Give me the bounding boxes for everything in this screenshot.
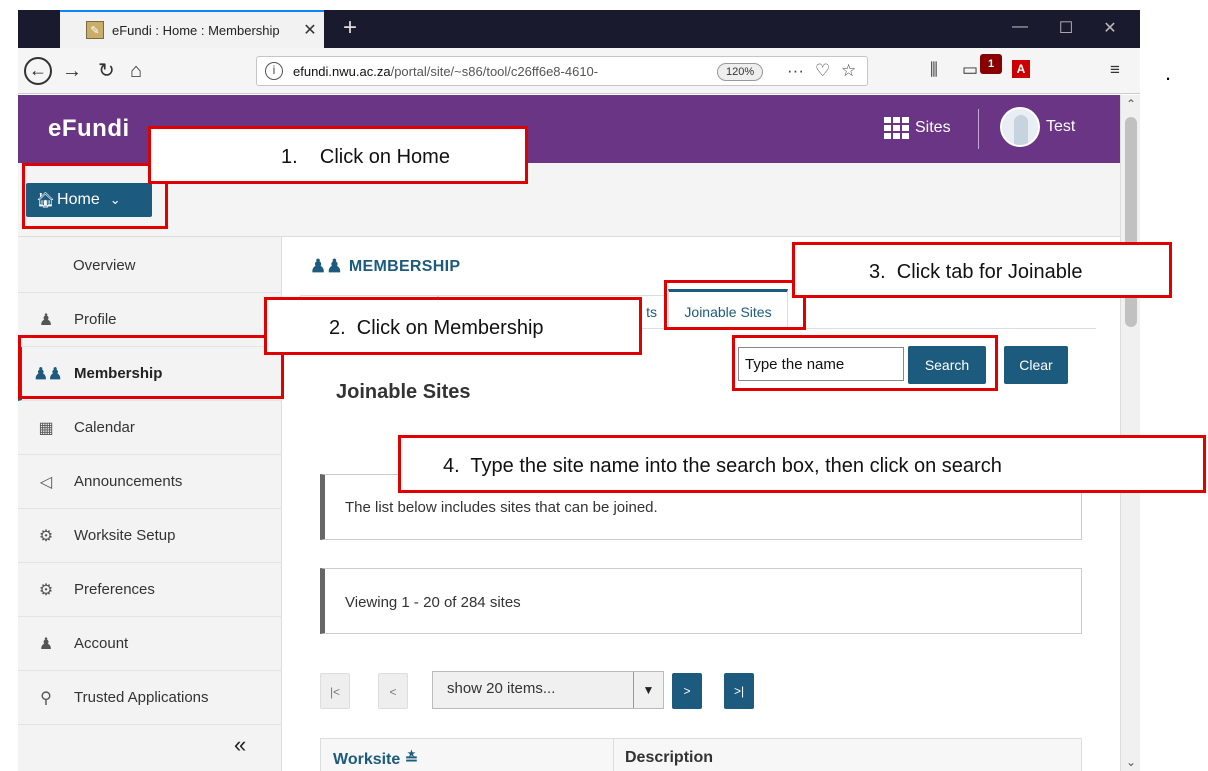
page-scrollbar[interactable]: ⌃ ⌄ [1120, 95, 1140, 771]
bookmark-star-icon[interactable]: ☆ [841, 61, 856, 81]
gear-icon: ⚙ [38, 581, 54, 599]
column-header-description: Description [625, 749, 714, 766]
url-text: efundi.nwu.ac.za/portal/site/~s86/tool/c… [293, 64, 693, 79]
page-size-select[interactable]: show 20 items... ▼ [432, 671, 664, 709]
sidebar-item-overview[interactable]: Overview [18, 239, 282, 293]
stray-mark: . [1165, 60, 1172, 85]
home-browser-icon[interactable]: ⌂ [130, 60, 142, 82]
highlight-home [22, 163, 168, 229]
sort-icon: ≛ [404, 751, 419, 768]
callout-step-4: 4. Type the site name into the search bo… [398, 435, 1206, 493]
sidebar-item-label: Account [74, 635, 129, 652]
site-info-icon[interactable]: i [265, 62, 283, 80]
sidebar-item-label: Profile [74, 311, 117, 328]
reload-icon[interactable]: ↻ [98, 60, 115, 82]
scroll-down-icon[interactable]: ⌄ [1121, 755, 1141, 769]
url-path: /portal/site/~s86/tool/c26ff6e8-4610- [390, 64, 599, 79]
page-size-value: show 20 items... [447, 680, 556, 697]
page-title: ♟♟ MEMBERSHIP [310, 256, 460, 277]
pdf-extension-icon[interactable]: A [1012, 60, 1030, 78]
clear-button[interactable]: Clear [1004, 346, 1068, 384]
tab-label-partial: ts [646, 304, 657, 320]
browser-titlebar: ✎ eFundi : Home : Membership ✕ + — ☐ ✕ [18, 10, 1140, 48]
sidebar-item-label: Announcements [74, 473, 183, 490]
sidebar-item-worksite-setup[interactable]: ⚙ Worksite Setup [18, 509, 282, 563]
maximize-icon[interactable]: ☐ [1056, 18, 1076, 38]
viewing-count-text: Viewing 1 - 20 of 284 sites [345, 594, 521, 611]
back-button-icon[interactable]: ← [24, 57, 52, 85]
pager-first-button[interactable]: |< [320, 673, 350, 709]
page-actions-icon[interactable]: ··· [787, 61, 804, 81]
callout-text: 1. Click on Home [281, 146, 450, 168]
section-title: Joinable Sites [336, 381, 471, 403]
browser-tab-title: eFundi : Home : Membership [112, 22, 280, 38]
scroll-up-icon[interactable]: ⌃ [1121, 97, 1141, 111]
header-divider [978, 109, 979, 149]
caret-down-icon: ▼ [633, 672, 663, 708]
megaphone-icon: ◁ [39, 473, 53, 491]
key-icon: ⚲ [40, 689, 52, 707]
column-divider [613, 739, 614, 771]
sidebar-item-calendar[interactable]: ▦ Calendar [18, 401, 282, 455]
column-label: Worksite [333, 751, 401, 768]
browser-tab[interactable]: ✎ eFundi : Home : Membership ✕ [60, 10, 324, 48]
sidebar-item-label: Preferences [74, 581, 155, 598]
people-icon: ♟♟ [310, 256, 343, 276]
url-host: efundi.nwu.ac.za [293, 64, 391, 79]
viewing-box: Viewing 1 - 20 of 284 sites [320, 568, 1082, 634]
person-icon: ♟ [38, 311, 54, 329]
callout-step-2: 2. Click on Membership [264, 297, 642, 355]
sidebar-item-trusted-applications[interactable]: ⚲ Trusted Applications [18, 671, 282, 725]
pocket-icon[interactable]: ♡ [815, 61, 830, 81]
user-name: Test [1046, 118, 1076, 135]
column-header-worksite[interactable]: Worksite ≛ [333, 749, 418, 769]
sidebar-item-preferences[interactable]: ⚙ Preferences [18, 563, 282, 617]
ublock-icon[interactable]: 1 [980, 54, 1002, 74]
sidebar-toggle-icon[interactable]: ▭ [962, 60, 978, 80]
tool-sidebar: Overview ♟ Profile ♟♟ Membership ▦ Calen… [18, 237, 282, 771]
callout-step-1: 1. Click on Home [148, 126, 528, 184]
highlight-joinable-tab [664, 280, 806, 330]
zoom-level[interactable]: 120% [717, 63, 764, 81]
sidebar-item-announcements[interactable]: ◁ Announcements [18, 455, 282, 509]
url-bar[interactable]: i efundi.nwu.ac.za/portal/site/~s86/tool… [256, 56, 868, 86]
forward-button-icon[interactable]: → [62, 60, 82, 82]
browser-navbar: ← → ↻ ⌂ i efundi.nwu.ac.za/portal/site/~… [18, 48, 1140, 94]
highlight-search [732, 335, 998, 391]
page-title-text: MEMBERSHIP [348, 257, 461, 275]
pager-last-button[interactable]: >| [724, 673, 754, 709]
sites-label: Sites [915, 119, 951, 136]
sidebar-item-account[interactable]: ♟ Account [18, 617, 282, 671]
pager-prev-button[interactable]: < [378, 673, 408, 709]
callout-text: 2. Click on Membership [329, 317, 544, 339]
efundi-favicon-icon: ✎ [86, 21, 104, 39]
tab-close-icon[interactable]: ✕ [296, 20, 324, 40]
info-text: The list below includes sites that can b… [345, 499, 658, 516]
minimize-icon[interactable]: — [1010, 18, 1030, 36]
sidebar-item-label: Overview [73, 257, 136, 274]
sites-button[interactable]: Sites [884, 117, 951, 139]
sidebar-item-label: Worksite Setup [74, 527, 176, 544]
gears-icon: ⚙ [38, 527, 54, 545]
avatar [1000, 107, 1040, 147]
collapse-sidebar-icon[interactable]: « [234, 732, 246, 758]
calendar-icon: ▦ [38, 419, 54, 437]
callout-text: 3. Click tab for Joinable [869, 261, 1083, 283]
table-header: Worksite ≛ Description [320, 738, 1082, 771]
callout-step-3: 3. Click tab for Joinable [792, 242, 1172, 298]
sidebar-item-label: Calendar [74, 419, 135, 436]
new-tab-button[interactable]: + [336, 14, 364, 42]
grid-icon [884, 117, 909, 139]
pager-next-button[interactable]: > [672, 673, 702, 709]
callout-text: 4. Type the site name into the search bo… [443, 455, 1002, 477]
library-icon[interactable]: ⫼ [930, 60, 938, 80]
menu-hamburger-icon[interactable]: ≡ [1110, 60, 1120, 80]
efundi-logo[interactable]: eFundi [48, 115, 130, 143]
window-close-icon[interactable]: ✕ [1100, 18, 1120, 38]
sidebar-item-label: Trusted Applications [74, 689, 209, 706]
highlight-membership [18, 335, 284, 399]
person-icon: ♟ [38, 635, 54, 653]
user-menu[interactable]: Test [1000, 107, 1075, 147]
